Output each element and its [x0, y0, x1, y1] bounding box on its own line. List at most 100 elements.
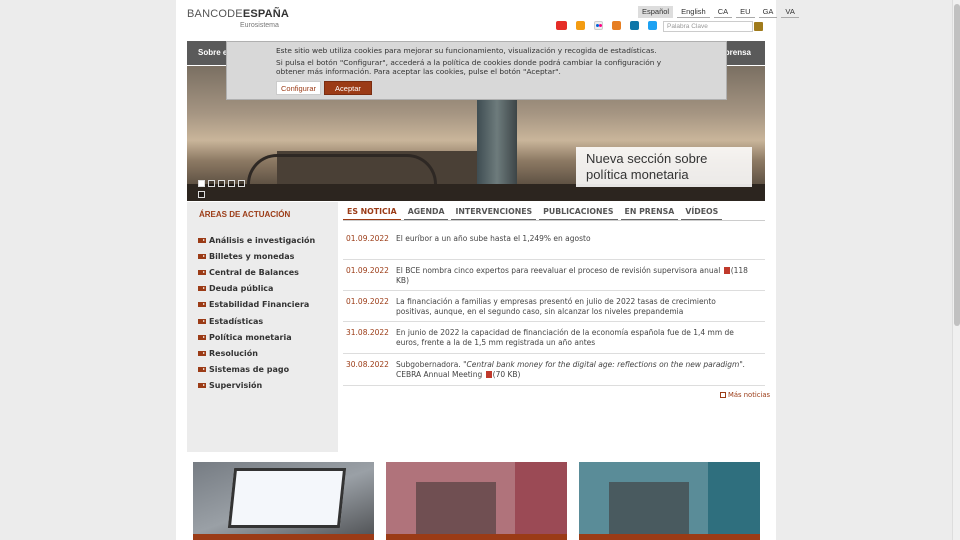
lang-va[interactable]: VA: [781, 6, 799, 18]
podcast-icon[interactable]: [612, 21, 621, 30]
cookie-buttons: Configurar Aceptar: [276, 81, 372, 95]
list-item[interactable]: 01.09.2022 El euríbor a un año sube hast…: [343, 228, 765, 260]
tab-videos[interactable]: VÍDEOS: [681, 205, 723, 221]
news-link[interactable]: En junio de 2022 la capacidad de financi…: [393, 328, 753, 353]
feature-card[interactable]: [193, 462, 374, 540]
lang-en[interactable]: English: [677, 6, 710, 18]
more-news-link[interactable]: Más noticias: [720, 391, 770, 399]
rss-icon[interactable]: [576, 21, 585, 30]
tab-en-prensa[interactable]: EN PRENSA: [620, 205, 679, 221]
arrow-icon: [198, 350, 206, 356]
twitter-icon[interactable]: [648, 21, 657, 30]
cookie-text-1: Este sitio web utiliza cookies para mejo…: [276, 46, 657, 55]
pdf-icon: [723, 267, 730, 274]
building-image: [416, 482, 496, 540]
youtube-icon[interactable]: [556, 21, 567, 30]
card-strip: [579, 534, 760, 540]
card-strip: [193, 534, 374, 540]
list-item[interactable]: 31.08.2022 En junio de 2022 la capacidad…: [343, 322, 765, 354]
tabs-divider: [343, 220, 765, 221]
sidebar-item-resolucion[interactable]: Resolución: [198, 345, 315, 361]
arrow-icon: [198, 318, 206, 324]
pdf-size: (70 KB): [492, 369, 521, 379]
cookie-banner: Este sitio web utiliza cookies para mejo…: [226, 41, 727, 100]
arrow-icon: [198, 253, 206, 259]
sidebar-item-estadisticas[interactable]: Estadísticas: [198, 313, 315, 329]
news-date: 01.09.2022: [346, 297, 389, 306]
lang-es[interactable]: Español: [638, 6, 674, 18]
sidebar-title: ÁREAS DE ACTUACIÓN: [199, 210, 291, 219]
nav-item-sobre[interactable]: Sobre e: [198, 48, 227, 57]
news-link[interactable]: El euríbor a un año sube hasta el 1,249%…: [393, 234, 753, 259]
scrollbar-thumb[interactable]: [954, 4, 960, 326]
news-date: 01.09.2022: [346, 266, 389, 275]
lang-eu[interactable]: EU: [736, 6, 755, 18]
logo-subtitle: Eurosistema: [240, 22, 279, 29]
areas-sidebar: ÁREAS DE ACTUACIÓN Análisis e investigac…: [187, 202, 338, 452]
tab-agenda[interactable]: AGENDA: [403, 205, 449, 221]
sidebar-item-billetes[interactable]: Billetes y monedas: [198, 248, 315, 264]
arrow-icon: [198, 334, 206, 340]
sidebar-item-analisis[interactable]: Análisis e investigación: [198, 232, 315, 248]
search-input[interactable]: Palabra Clave: [663, 21, 753, 32]
bridge-silhouette: [247, 154, 437, 184]
carousel-dot[interactable]: [198, 180, 205, 187]
feature-thumbnails: [193, 462, 760, 540]
pdf-icon: [485, 370, 492, 378]
tab-publicaciones[interactable]: PUBLICACIONES: [539, 205, 618, 221]
card-panel: [708, 462, 760, 540]
logo-text: BANCODEESPAÑA: [187, 8, 290, 20]
sidebar-item-sistemas-pago[interactable]: Sistemas de pago: [198, 362, 315, 378]
news-list: 01.09.2022 El euríbor a un año sube hast…: [343, 228, 765, 386]
arrow-icon: [198, 367, 206, 373]
list-item[interactable]: 01.09.2022 La financiación a familias y …: [343, 291, 765, 322]
lang-ca[interactable]: CA: [713, 6, 733, 18]
arrow-icon: [198, 383, 206, 389]
news-tabs: ES NOTICIA AGENDA INTERVENCIONES PUBLICA…: [343, 205, 723, 221]
lang-ga[interactable]: GA: [758, 6, 778, 18]
search-submit-button[interactable]: [754, 22, 763, 31]
plus-icon: [720, 392, 726, 398]
language-selector: Español English CA EU GA VA: [638, 6, 799, 18]
news-link[interactable]: Subgobernadora. "Central bank money for …: [393, 360, 753, 385]
feature-card[interactable]: [579, 462, 760, 540]
configure-button[interactable]: Configurar: [276, 81, 322, 95]
news-link[interactable]: El BCE nombra cinco expertos para reeval…: [393, 266, 753, 290]
flickr-icon[interactable]: [594, 21, 603, 30]
news-date: 31.08.2022: [346, 328, 389, 337]
carousel-dot[interactable]: [238, 180, 245, 187]
laptop-image: [227, 468, 347, 528]
linkedin-icon[interactable]: [630, 21, 639, 30]
sidebar-list: Análisis e investigación Billetes y mone…: [198, 232, 315, 394]
arrow-icon: [198, 302, 206, 308]
list-item[interactable]: 01.09.2022 El BCE nombra cinco expertos …: [343, 260, 765, 291]
arrow-icon: [198, 269, 206, 275]
sidebar-item-central-balances[interactable]: Central de Balances: [198, 264, 315, 280]
sidebar-item-supervision[interactable]: Supervisión: [198, 378, 315, 394]
card-panel: [515, 462, 567, 540]
cookie-text-2: Si pulsa el botón "Configurar", accederá…: [276, 57, 662, 77]
nav-item-prensa[interactable]: prensa: [725, 48, 751, 57]
sidebar-item-estabilidad[interactable]: Estabilidad Financiera: [198, 297, 315, 313]
tab-es-noticia[interactable]: ES NOTICIA: [343, 205, 401, 221]
news-date: 01.09.2022: [346, 234, 389, 243]
tab-intervenciones[interactable]: INTERVENCIONES: [451, 205, 537, 221]
hero-caption[interactable]: Nueva sección sobre política monetaria: [576, 147, 752, 187]
sidebar-item-politica[interactable]: Política monetaria: [198, 329, 315, 345]
arrow-icon: [198, 286, 206, 292]
carousel-dots: [198, 180, 245, 187]
carousel-pause-button[interactable]: [198, 191, 205, 198]
list-item[interactable]: 30.08.2022 Subgobernadora. "Central bank…: [343, 354, 765, 386]
accept-button[interactable]: Aceptar: [324, 81, 372, 95]
page-scrollbar[interactable]: [952, 0, 960, 540]
sidebar-item-deuda[interactable]: Deuda pública: [198, 281, 315, 297]
social-links: [556, 21, 666, 30]
carousel-dot[interactable]: [208, 180, 215, 187]
carousel-dot[interactable]: [228, 180, 235, 187]
feature-card[interactable]: [386, 462, 567, 540]
news-link[interactable]: La financiación a familias y empresas pr…: [393, 297, 753, 321]
arrow-icon: [198, 237, 206, 243]
carousel-dot[interactable]: [218, 180, 225, 187]
sculpture-image: [609, 482, 689, 540]
bde-logo[interactable]: BANCODEESPAÑA Eurosistema: [187, 8, 289, 29]
